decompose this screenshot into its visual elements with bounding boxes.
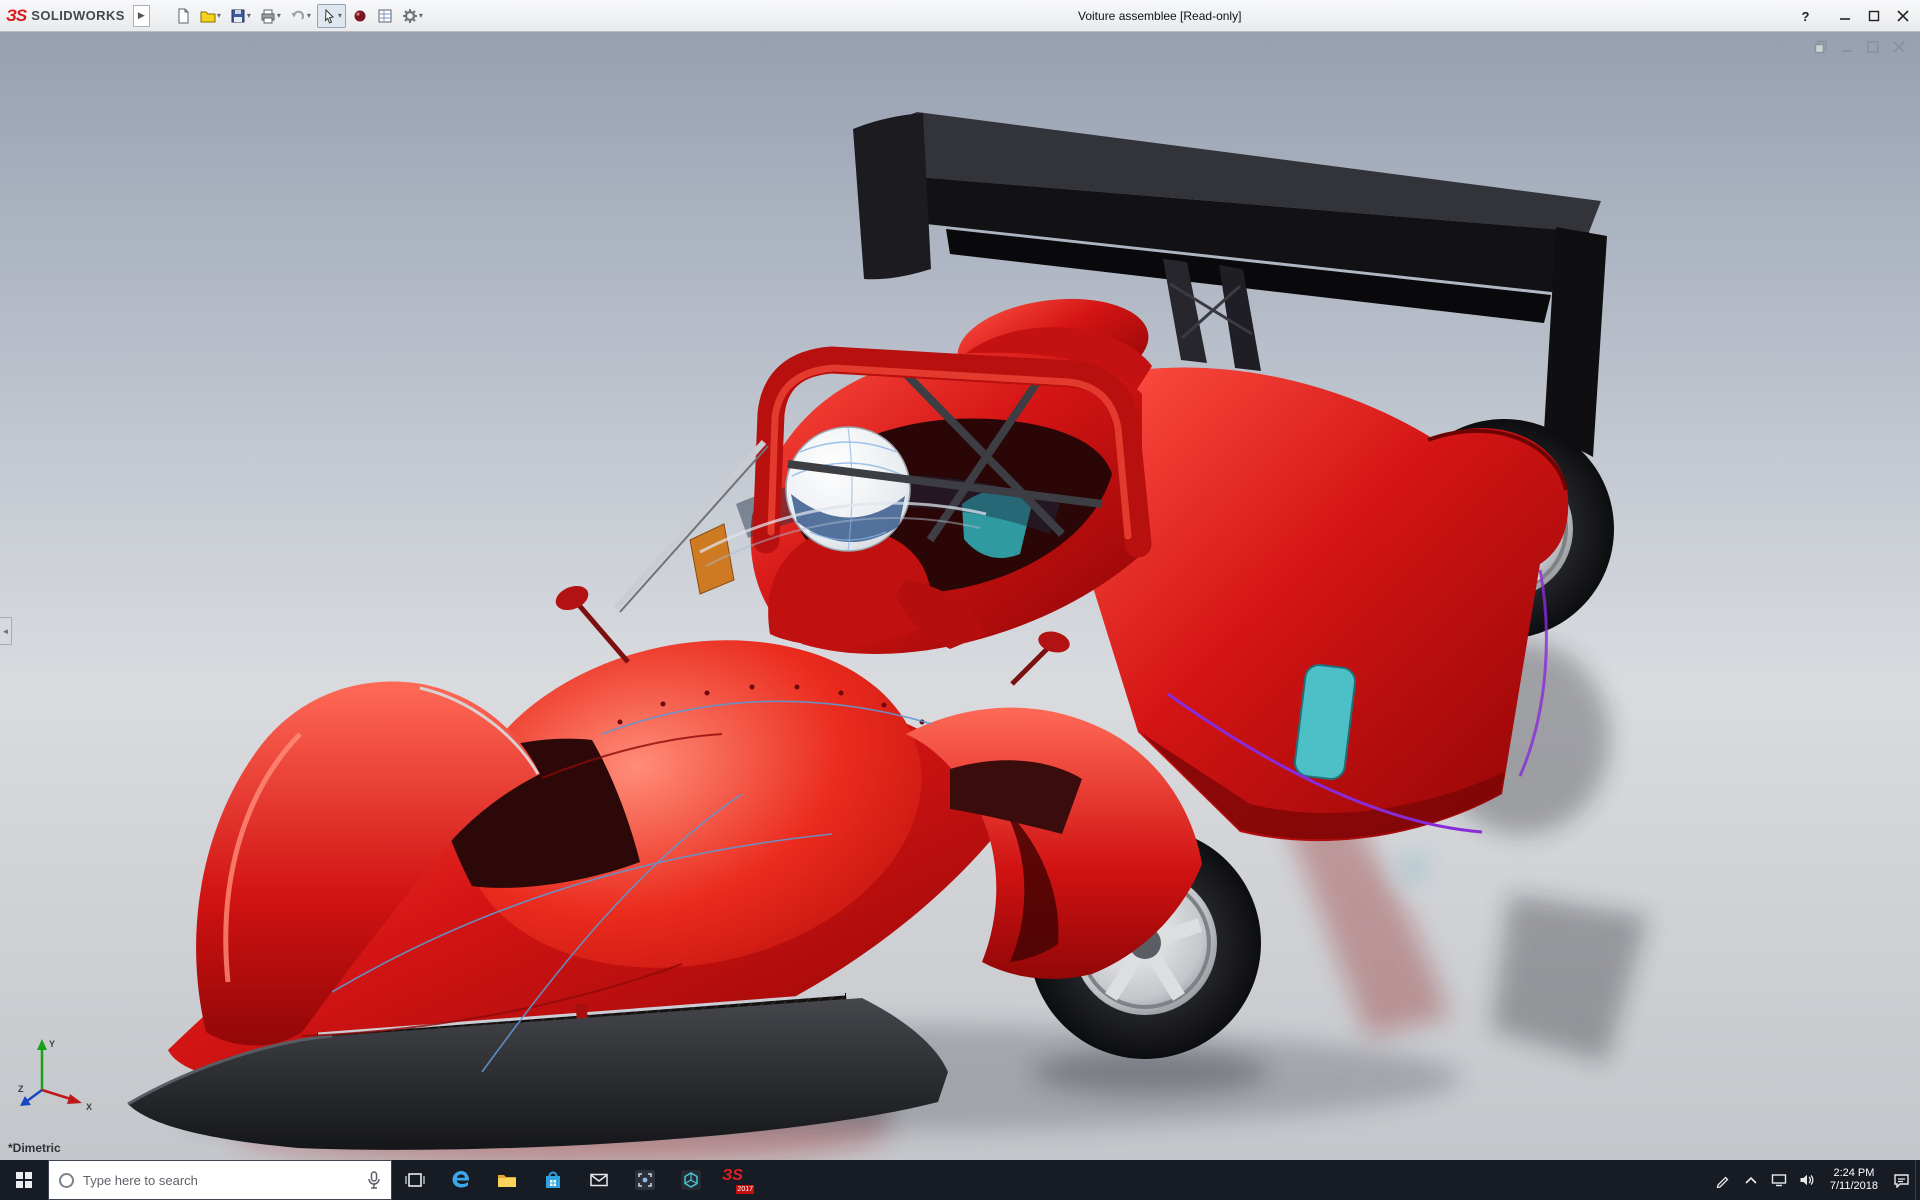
solidworks-logo: ЗS SOLIDWORKS ▶: [0, 4, 156, 27]
chevron-up-icon: [1745, 1176, 1757, 1184]
print-icon: [261, 9, 275, 23]
file-explorer-button[interactable]: [484, 1160, 530, 1200]
options-button[interactable]: ▾: [399, 4, 426, 28]
task-view-icon: [405, 1173, 425, 1187]
volume-tray-button[interactable]: [1793, 1160, 1821, 1200]
left-mirror: [555, 585, 630, 664]
show-desktop-button[interactable]: [1915, 1160, 1920, 1200]
mail-button[interactable]: [576, 1160, 622, 1200]
print-button[interactable]: ▾: [257, 4, 284, 28]
triad-x-label: X: [86, 1102, 92, 1112]
undo-dropdown-caret[interactable]: ▾: [307, 11, 311, 20]
save-button[interactable]: ▾: [227, 4, 254, 28]
material-sphere-icon: [354, 10, 366, 21]
task-view-button[interactable]: [392, 1160, 438, 1200]
folder-icon: [498, 1175, 516, 1187]
document-window-controls: [1814, 40, 1906, 54]
window-title: Voiture assemblee [Read-only]: [1078, 9, 1242, 23]
network-icon: [1771, 1174, 1787, 1187]
maximize-icon: [1868, 10, 1879, 22]
clock-date: 7/11/2018: [1829, 1180, 1878, 1192]
close-button[interactable]: [1889, 3, 1916, 29]
doc-minimize-icon[interactable]: [1840, 40, 1854, 54]
clock-time: 2:24 PM: [1833, 1167, 1875, 1179]
screenshot-app-button[interactable]: [622, 1160, 668, 1200]
view-orientation-label: *Dimetric: [8, 1141, 61, 1155]
design-table-button[interactable]: [374, 4, 396, 28]
3d-cube-icon: [681, 1170, 701, 1190]
mail-icon: [590, 1173, 608, 1187]
help-button[interactable]: ?: [1792, 3, 1819, 29]
new-document-icon: [178, 8, 189, 23]
material-button[interactable]: [349, 4, 371, 28]
maximize-button[interactable]: [1860, 3, 1887, 29]
action-center-button[interactable]: [1887, 1160, 1915, 1200]
close-icon: [1896, 10, 1909, 22]
3d-viewer-app-button[interactable]: [668, 1160, 714, 1200]
doc-close-icon[interactable]: [1892, 40, 1906, 54]
undo-button[interactable]: ▾: [287, 4, 314, 28]
titlebar: ЗS SOLIDWORKS ▶ ▾ ▾ ▾ ▾ ▾ ▾ Voiture asse…: [0, 0, 1920, 32]
solidworks-app-icon: ЗS 2017: [722, 1167, 754, 1194]
gear-icon: [402, 8, 417, 23]
save-dropdown-caret[interactable]: ▾: [247, 11, 251, 20]
taskbar: Type here to search ЗS 2017 2:24 PM 7/11…: [0, 1160, 1920, 1200]
open-folder-icon: [200, 11, 216, 22]
doc-restore-icon[interactable]: [1814, 40, 1828, 54]
options-dropdown-caret[interactable]: ▾: [419, 11, 423, 20]
right-mirror: [1010, 631, 1070, 686]
minimize-button[interactable]: [1831, 3, 1858, 29]
solidworks-version-badge: 2017: [736, 1185, 754, 1194]
action-center-icon: [1893, 1173, 1909, 1188]
select-tool-button[interactable]: ▾: [316, 3, 346, 28]
graphics-viewport[interactable]: ◄ Y X Z *Dimetric: [0, 32, 1920, 1160]
save-icon: [231, 9, 245, 22]
taskbar-clock[interactable]: 2:24 PM 7/11/2018: [1821, 1167, 1887, 1193]
store-bag-icon: [546, 1171, 560, 1188]
taskbar-search-input[interactable]: Type here to search: [48, 1160, 392, 1200]
tray-overflow-button[interactable]: [1737, 1160, 1765, 1200]
brand-text: SOLIDWORKS: [31, 8, 125, 23]
new-document-button[interactable]: [172, 4, 194, 28]
triad-y-label: Y: [49, 1039, 55, 1049]
open-button[interactable]: ▾: [197, 4, 224, 28]
store-button[interactable]: [530, 1160, 576, 1200]
select-arrow-icon: [324, 8, 334, 23]
start-button[interactable]: [0, 1160, 48, 1200]
pen-tray-button[interactable]: [1709, 1160, 1737, 1200]
cortana-icon: [59, 1172, 74, 1188]
screenshot-app-icon: [635, 1170, 655, 1190]
design-table-icon: [378, 9, 392, 22]
expand-menu-button[interactable]: ▶: [132, 4, 150, 27]
microphone-icon[interactable]: [367, 1171, 381, 1189]
triad-z-label: Z: [18, 1084, 24, 1094]
quick-toolbar: ▾ ▾ ▾ ▾ ▾ ▾: [172, 3, 426, 28]
print-dropdown-caret[interactable]: ▾: [277, 11, 281, 20]
window-controls: ?: [1792, 0, 1916, 32]
network-tray-button[interactable]: [1765, 1160, 1793, 1200]
system-tray: 2:24 PM 7/11/2018: [1709, 1160, 1920, 1200]
windows-logo-icon: [16, 1172, 32, 1188]
minimize-icon: [1839, 18, 1850, 20]
volume-icon: [1800, 1174, 1814, 1186]
edge-icon: [452, 1171, 470, 1188]
car-model: [127, 112, 1648, 1160]
solidworks-logo-icon: ЗS: [6, 5, 27, 25]
panel-collapse-arrow[interactable]: ◄: [0, 617, 12, 645]
undo-icon: [291, 10, 304, 20]
solidworks-app-button[interactable]: ЗS 2017: [714, 1160, 760, 1200]
doc-maximize-icon[interactable]: [1866, 40, 1880, 54]
select-dropdown-caret[interactable]: ▾: [338, 11, 342, 20]
orientation-triad: Y X Z: [18, 1039, 92, 1112]
search-placeholder: Type here to search: [83, 1172, 198, 1188]
edge-button[interactable]: [438, 1160, 484, 1200]
open-dropdown-caret[interactable]: ▾: [217, 11, 221, 20]
pen-icon: [1717, 1176, 1729, 1188]
